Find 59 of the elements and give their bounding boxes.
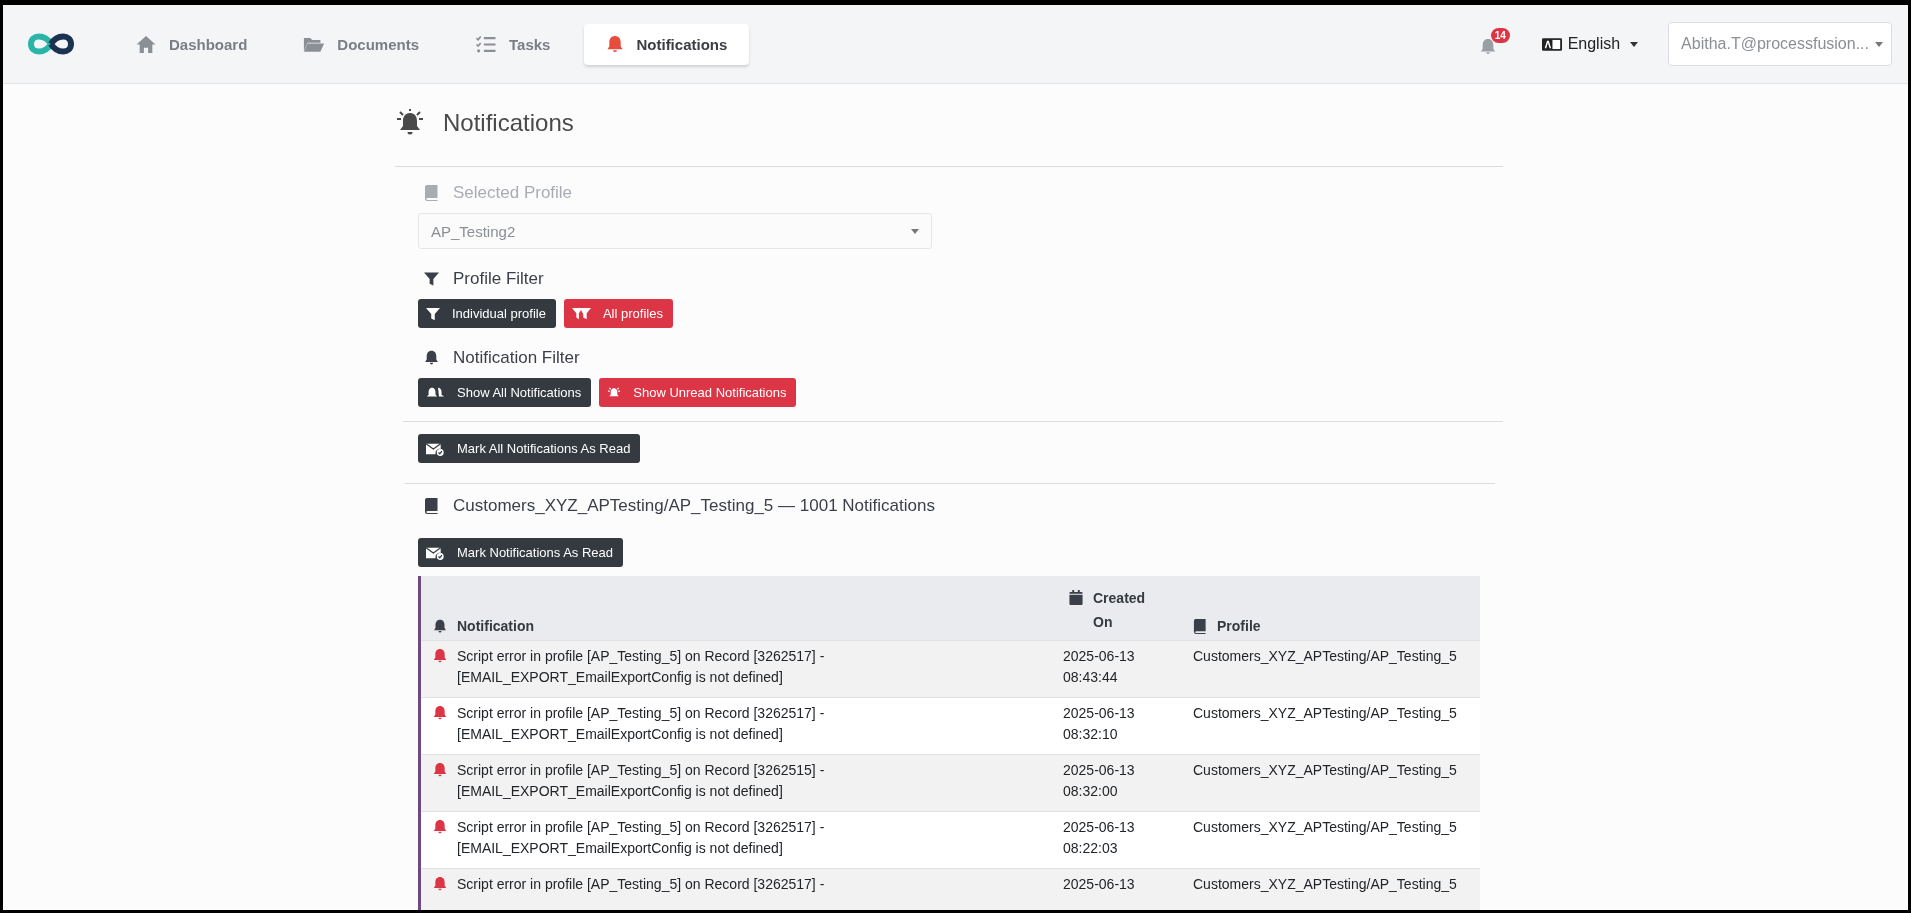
book-icon: [424, 498, 439, 514]
group-heading: Customers_XYZ_APTesting/AP_Testing_5 — 1001 Notifications: [453, 496, 935, 516]
column-header: Created On: [1093, 589, 1147, 632]
nav-tab[interactable]: Documents: [281, 23, 442, 65]
page-title: Notifications: [443, 109, 574, 137]
bell-icon[interactable]: [1479, 38, 1496, 56]
profile-cell: Customers_XYZ_APTesting/AP_Testing_5: [1193, 648, 1457, 664]
created-date: 2025-06-13 08:22:03: [1063, 819, 1135, 856]
book-icon: [1193, 618, 1207, 634]
bell-icon: [606, 34, 625, 54]
nav-tab[interactable]: Notifications: [584, 23, 750, 65]
home-icon: [135, 34, 157, 54]
created-date: 2025-06-13 08:43:44: [1063, 648, 1135, 685]
envelope-check-icon: [426, 545, 445, 560]
filter-icon: [426, 306, 440, 321]
filter-button[interactable]: Show Unread Notifications: [599, 378, 797, 407]
section-label: Profile Filter: [453, 269, 544, 289]
bell-icon: [433, 618, 447, 634]
bell-icon: [433, 876, 447, 892]
filter-button[interactable]: Individual profile: [418, 299, 556, 328]
bell-icon: [433, 819, 447, 835]
section-label: Notification Filter: [453, 348, 580, 368]
nav-tab[interactable]: Tasks: [453, 23, 573, 65]
filters-icon: [571, 306, 591, 321]
bell-icon: [433, 762, 447, 778]
created-date: 2025-06-13 08:32:10: [1063, 705, 1135, 742]
calendar-icon: [1069, 590, 1083, 605]
book-icon: [424, 185, 439, 201]
mark-all-read-button[interactable]: Mark All Notifications As Read: [418, 434, 641, 463]
filter-button[interactable]: All profiles: [563, 299, 673, 328]
field-label: Selected Profile: [453, 183, 573, 203]
filter-button[interactable]: Show All Notifications: [418, 378, 592, 407]
mark-read-button[interactable]: Mark Notifications As Read: [418, 538, 624, 567]
user-dropdown[interactable]: Abitha.T@processfusion...: [1668, 22, 1892, 66]
bell-icon: [433, 648, 447, 664]
filter-icon: [424, 271, 439, 287]
notification-text: Script error in profile [AP_Testing_5] on Record [3262515] - [EMAIL_EXPORT_EmailExportConfig is not defined]: [457, 761, 825, 801]
bell-icon: [424, 350, 439, 366]
notification-text: Script error in profile [AP_Testing_5] on Record [3262517] - [EMAIL_EXPORT_EmailExportConfig is not defined]: [457, 704, 825, 744]
notification-text: Script error in profile [AP_Testing_5] on Record [3262517] - [EMAIL_EXPORT_EmailExportConfig is not defined]: [457, 818, 825, 858]
notification-text: Script error in profile [AP_Testing_5] on Record [3262517] -: [457, 875, 825, 894]
notification-text: Script error in profile [AP_Testing_5] on Record [3262517] - [EMAIL_EXPORT_EmailExportConfig is not defined]: [457, 647, 825, 687]
translate-icon: [1541, 37, 1562, 51]
language-dropdown[interactable]: English: [1541, 35, 1639, 53]
profile-cell: Customers_XYZ_APTesting/AP_Testing_5: [1193, 819, 1457, 835]
checklist-icon: [475, 34, 498, 54]
created-date: 2025-06-13: [1063, 876, 1135, 892]
envelope-check-icon: [426, 441, 445, 456]
profile-cell: Customers_XYZ_APTesting/AP_Testing_5: [1193, 762, 1457, 778]
notification-count-badge: 14: [1490, 28, 1510, 43]
profile-cell: Customers_XYZ_APTesting/AP_Testing_5: [1193, 876, 1457, 892]
nav-tab[interactable]: Dashboard: [113, 23, 270, 65]
profile-select[interactable]: AP_Testing2: [418, 213, 932, 249]
column-header: Profile: [1217, 618, 1261, 634]
profile-cell: Customers_XYZ_APTesting/AP_Testing_5: [1193, 705, 1457, 721]
bell-icon: [433, 705, 447, 721]
ringing-bell-icon: [395, 109, 425, 137]
created-date: 2025-06-13 08:32:00: [1063, 762, 1135, 799]
column-header: Notification: [457, 618, 534, 634]
